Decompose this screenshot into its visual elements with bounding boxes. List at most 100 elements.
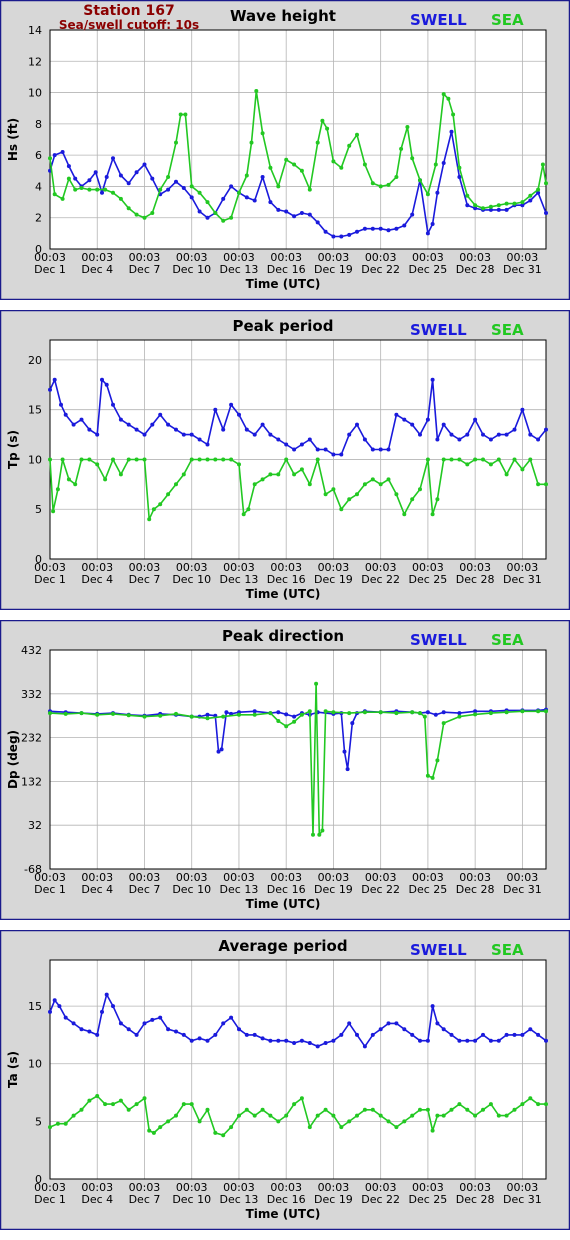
data-point-sea — [249, 140, 254, 145]
data-point-swell — [79, 417, 84, 422]
data-point-swell — [48, 387, 52, 392]
chart-panel-peak-period: 0 5 10 15 20 00:03 Dec 1 00:03 Dec 4 00:03 Dec 7 00… — [0, 309, 570, 611]
data-point-sea — [284, 1113, 289, 1118]
x-axis-label: Time (UTC) — [246, 1207, 321, 1221]
data-point-sea — [126, 1107, 131, 1112]
data-point-sea — [307, 1125, 312, 1130]
data-point-sea — [394, 1125, 399, 1130]
data-point-swell — [299, 442, 304, 447]
data-point-sea — [73, 187, 78, 192]
data-point-swell — [457, 711, 462, 716]
data-point-sea — [331, 1113, 336, 1118]
data-point-sea — [95, 187, 100, 192]
x-tick-date: Dec 25 — [409, 1193, 448, 1206]
data-point-sea — [118, 472, 123, 477]
data-point-swell — [386, 1021, 391, 1026]
data-point-swell — [100, 1009, 104, 1014]
data-point-sea — [488, 204, 493, 209]
data-point-swell — [402, 417, 407, 422]
y-tick-label: 12 — [28, 55, 42, 68]
data-point-sea — [237, 712, 241, 717]
x-tick-date: Dec 1 — [34, 263, 66, 276]
data-point-sea — [355, 1113, 359, 1118]
data-point-sea — [284, 157, 289, 162]
data-point-sea — [103, 477, 108, 482]
data-point-swell — [370, 1032, 375, 1037]
data-point-swell — [79, 1027, 84, 1032]
data-point-swell — [87, 427, 92, 432]
x-tick-date: Dec 28 — [456, 1193, 495, 1206]
data-point-swell — [111, 1004, 115, 1009]
data-point-swell — [488, 437, 493, 442]
data-point-swell — [418, 432, 422, 437]
x-tick-date: Dec 13 — [220, 573, 259, 586]
data-point-swell — [284, 442, 289, 447]
x-tick-date: Dec 7 — [129, 883, 161, 896]
data-point-sea — [111, 711, 115, 716]
data-point-sea — [158, 187, 163, 192]
data-point-swell — [181, 1032, 186, 1037]
data-point-swell — [441, 422, 446, 427]
data-point-swell — [394, 412, 399, 417]
data-point-sea — [241, 512, 246, 517]
y-tick-label: 15 — [28, 404, 42, 417]
y-axis-label: Hs (ft) — [6, 118, 20, 161]
data-point-swell — [221, 427, 226, 432]
data-point-sea — [48, 156, 52, 161]
data-point-sea — [174, 140, 178, 145]
data-point-sea — [134, 457, 139, 462]
data-point-sea — [394, 711, 399, 716]
data-point-sea — [205, 716, 210, 721]
data-point-sea — [512, 201, 517, 206]
data-point-swell — [299, 211, 304, 215]
data-point-sea — [520, 467, 525, 472]
x-tick-date: Dec 13 — [220, 883, 259, 896]
y-tick-label: 5 — [35, 503, 42, 516]
data-point-swell — [229, 402, 234, 407]
y-tick-label: 132 — [21, 775, 42, 788]
data-point-swell — [244, 427, 249, 432]
data-point-swell — [430, 1004, 435, 1009]
data-point-sea — [378, 184, 383, 189]
chart-title: Peak period — [233, 317, 334, 335]
chart-title: Average period — [218, 937, 347, 955]
data-point-swell — [268, 432, 273, 437]
data-point-sea — [134, 212, 139, 217]
data-point-sea — [347, 1119, 352, 1124]
data-point-sea — [60, 196, 65, 201]
data-point-swell — [276, 1038, 281, 1043]
data-point-swell — [57, 1004, 62, 1009]
data-point-swell — [512, 427, 517, 432]
data-point-sea — [536, 1102, 541, 1107]
data-point-sea — [95, 1094, 100, 1098]
data-point-sea — [87, 1098, 92, 1103]
data-point-swell — [100, 190, 104, 195]
data-point-swell — [425, 231, 430, 236]
y-tick-label: 432 — [21, 644, 42, 657]
data-point-swell — [197, 437, 202, 442]
data-point-sea — [52, 192, 57, 197]
data-point-swell — [496, 432, 501, 437]
data-point-sea — [473, 203, 478, 208]
data-point-sea — [504, 472, 509, 477]
data-point-sea — [481, 206, 485, 211]
data-point-sea — [79, 1107, 84, 1112]
data-point-sea — [178, 112, 183, 117]
data-point-sea — [134, 1102, 139, 1107]
y-tick-label: 5 — [35, 1115, 42, 1128]
chart-svg: 0246810121400:03Dec 100:03Dec 400:03Dec … — [0, 0, 570, 301]
data-point-swell — [150, 422, 155, 427]
data-point-swell — [237, 412, 241, 417]
data-point-swell — [512, 1032, 517, 1037]
data-point-sea — [142, 457, 147, 462]
data-point-sea — [339, 507, 344, 512]
x-tick-date: Dec 7 — [129, 263, 161, 276]
data-point-swell — [95, 432, 100, 437]
data-point-swell — [355, 229, 359, 234]
data-point-swell — [118, 417, 123, 422]
data-point-swell — [104, 382, 109, 387]
data-point-swell — [224, 710, 229, 715]
data-point-swell — [449, 1032, 454, 1037]
data-point-swell — [244, 1032, 249, 1037]
data-point-sea — [79, 711, 84, 716]
